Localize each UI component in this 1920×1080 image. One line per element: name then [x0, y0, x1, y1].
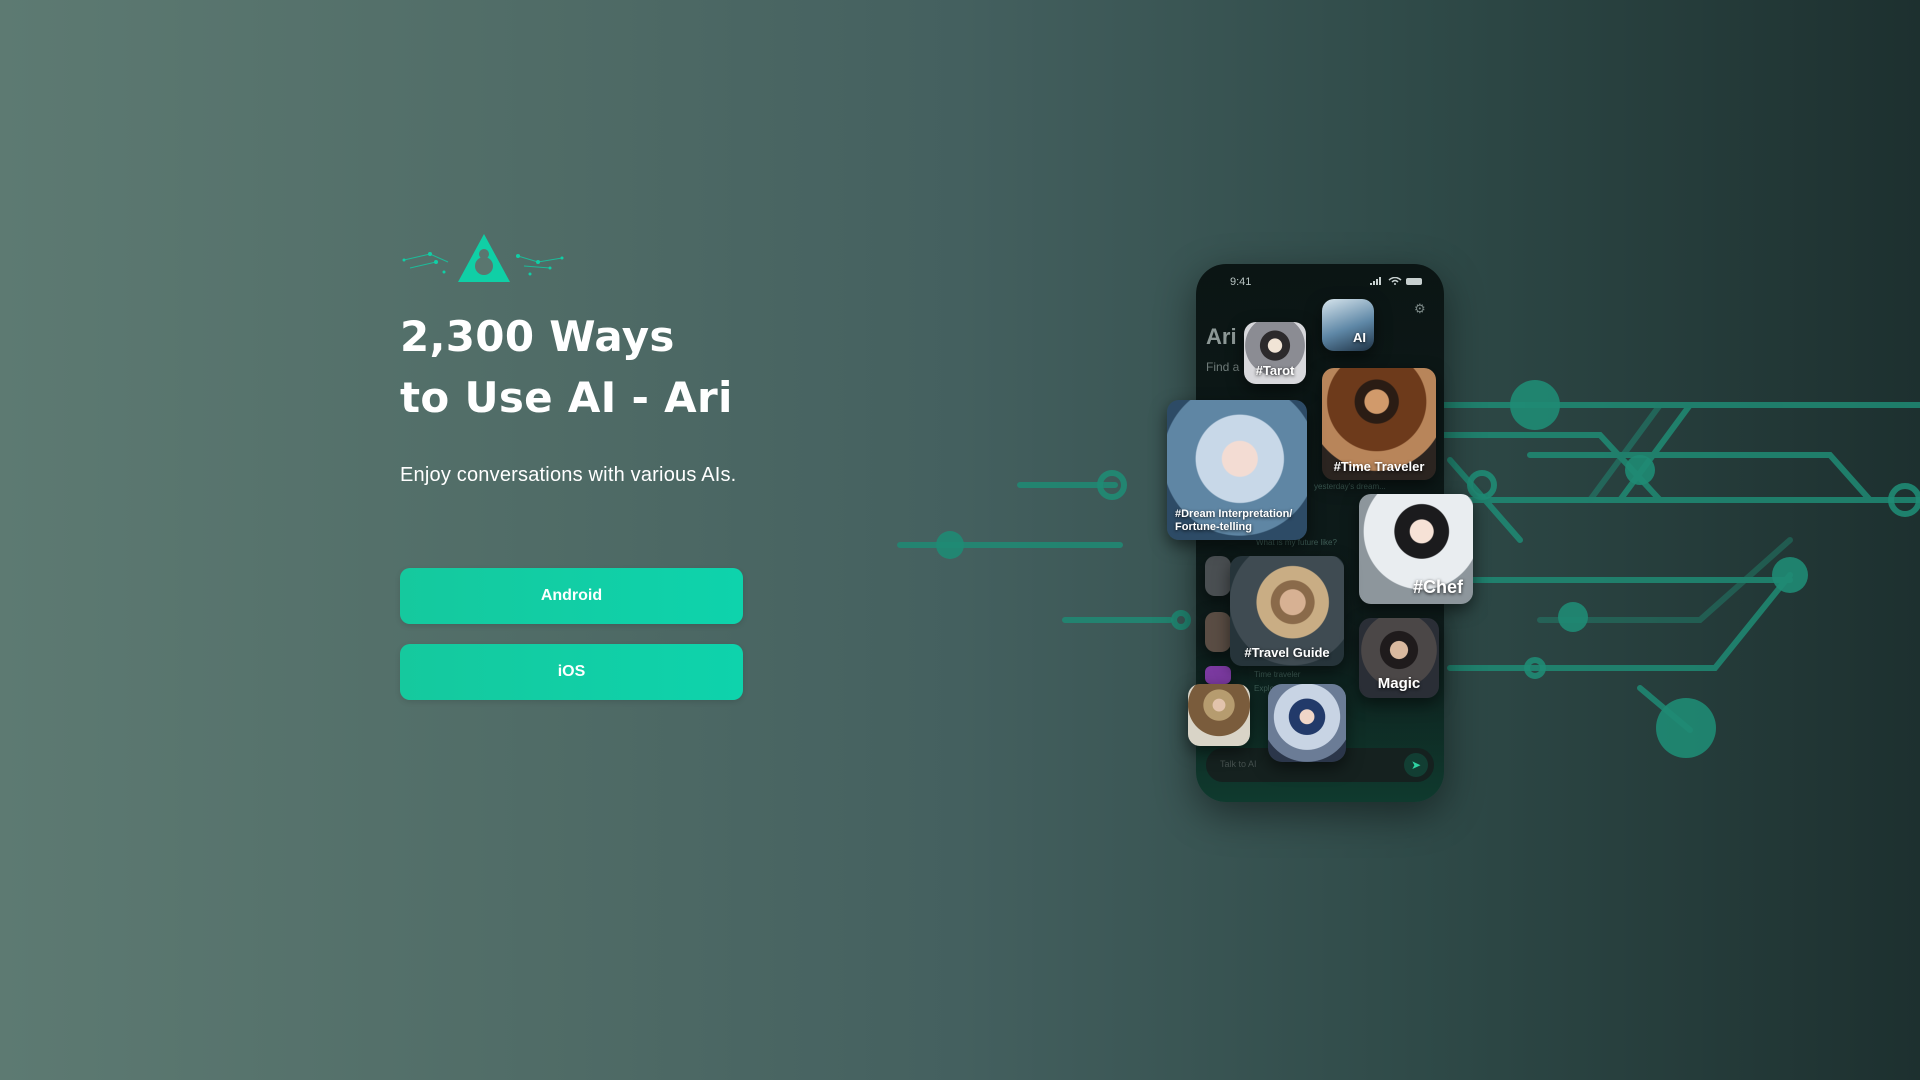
title-line-1: 2,300 Ways [400, 312, 675, 361]
side-avatar [1205, 666, 1231, 684]
side-avatar [1205, 612, 1231, 652]
android-download-button[interactable]: Android [400, 568, 743, 624]
card-label: #Dream Interpretation/ Fortune-telling [1175, 508, 1293, 533]
status-bar: 9:41 [1196, 272, 1444, 292]
card-chef[interactable]: #Chef [1359, 494, 1473, 604]
card-knight[interactable] [1188, 684, 1250, 746]
card-tarot[interactable]: #Tarot [1244, 322, 1306, 384]
chat-input[interactable]: Talk to AI [1220, 759, 1257, 769]
signal-icon [1370, 277, 1381, 285]
wifi-icon [1388, 277, 1402, 285]
gear-icon[interactable]: ⚙ [1414, 302, 1428, 316]
find-text: Find a [1206, 360, 1240, 374]
status-time: 9:41 [1230, 276, 1252, 288]
card-time-traveler[interactable]: #Time Traveler [1322, 368, 1436, 480]
title-line-2: to Use AI - Ari [400, 373, 733, 422]
send-icon[interactable]: ➤ [1404, 753, 1428, 777]
card-dream-interpretation[interactable]: #Dream Interpretation/ Fortune-telling [1167, 400, 1307, 540]
page-title: 2,300 Ways to Use AI - Ari [400, 306, 820, 428]
card-ai[interactable]: AI [1322, 299, 1374, 351]
app-name: Ari [1206, 324, 1237, 349]
battery-icon [1406, 277, 1422, 285]
ios-download-button[interactable]: iOS [400, 644, 743, 700]
card-label: #Chef [1412, 577, 1463, 597]
card-label: #Time Traveler [1333, 459, 1425, 474]
circuit-decoration [897, 380, 1920, 758]
card-magic[interactable]: Magic [1359, 618, 1439, 698]
subtitle: Enjoy conversations with various AIs. [400, 464, 737, 486]
card-astronaut[interactable] [1268, 684, 1346, 762]
ari-logo-icon [402, 234, 564, 282]
faint-chat-text-1: yesterday's dream... [1314, 482, 1386, 491]
card-label: AI [1353, 330, 1366, 345]
faint-chat-text-3: Time traveler [1254, 670, 1301, 679]
card-label: #Travel Guide [1244, 645, 1330, 660]
card-travel-guide[interactable]: #Travel Guide [1230, 556, 1344, 666]
hero-section: 2,300 Ways to Use AI - Ari Enjoy convers… [400, 232, 820, 700]
card-label: #Tarot [1255, 363, 1295, 378]
side-avatar [1205, 556, 1231, 596]
card-label: Magic [1377, 675, 1421, 692]
status-icons [1370, 277, 1422, 285]
